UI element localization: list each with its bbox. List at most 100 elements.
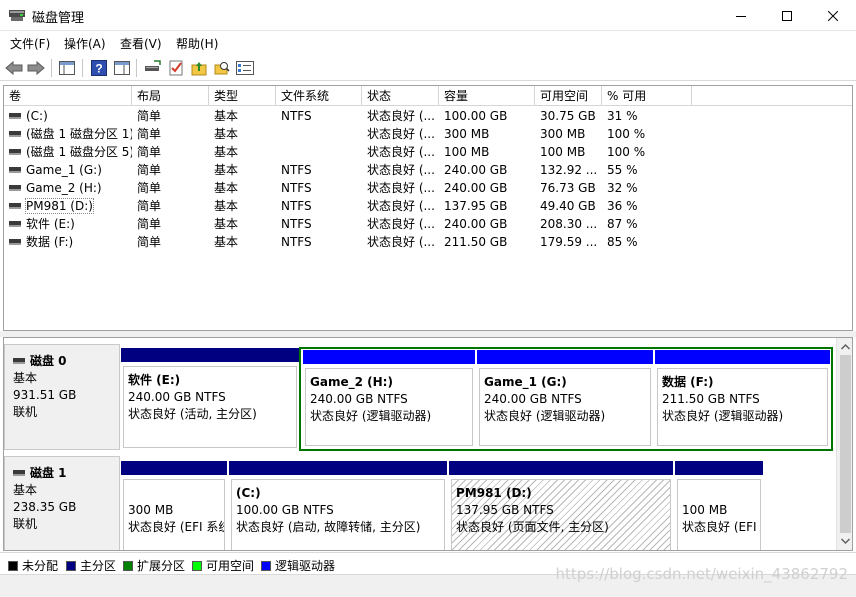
menu-action[interactable]: 操作(A) [64,35,106,52]
menu-view[interactable]: 查看(V) [120,35,162,52]
partition-d[interactable]: PM981 (D:) 137.95 GB NTFS 状态良好 (页面文件, 主分… [449,461,673,550]
forward-button[interactable] [26,58,46,78]
free-space-cell: 208.30 ... [540,217,598,231]
status-cell: 状态良好 (... [367,235,435,249]
drive-icon [9,148,21,155]
table-row[interactable]: 数据 (F:) 简单 基本 NTFS 状态良好 (... 211.50 GB 1… [4,233,852,251]
menu-file[interactable]: 文件(F) [10,35,50,52]
drive-icon [9,202,21,209]
scrollbar-thumb[interactable] [840,355,851,533]
partition-size: 100 MB [682,503,728,517]
volume-name-cell: (磁盘 1 磁盘分区 1) [4,125,132,143]
partition-efi-1[interactable]: 300 MB 状态良好 (EFI 系统分区) [121,461,227,550]
partition-name: 数据 (F:) [662,375,714,389]
partition-e[interactable]: 软件 (E:) 240.00 GB NTFS 状态良好 (活动, 主分区) [121,348,299,450]
help-button[interactable]: ? [89,58,109,78]
legend-label: 扩展分区 [137,559,186,573]
logical-drive-bar [477,350,653,364]
disk-graph-view: 磁盘 0 基本 931.51 GB 联机 软件 (E:) 240.00 GB N… [3,337,853,551]
column-header-filesystem[interactable]: 文件系统 [276,86,362,106]
title-bar: 磁盘管理 [0,0,856,31]
volume-name-cell: PM981 (D:) [4,197,132,215]
table-row[interactable]: (磁盘 1 磁盘分区 1) 简单 基本 状态良好 (... 300 MB 300… [4,125,852,143]
primary-partition-bar [449,461,673,475]
percent-free-cell: 100 % [607,127,646,141]
drive-icon [9,184,21,191]
vertical-scrollbar[interactable] [836,338,853,550]
volume-name: 数据 (F:) [26,235,74,249]
percent-free-cell: 32 % [607,181,638,195]
column-header-percent-free[interactable]: % 可用 [602,86,692,106]
partition-size: 240.00 GB NTFS [128,390,226,404]
filesystem-cell: NTFS [281,109,312,123]
column-header-layout[interactable]: 布局 [132,86,209,106]
capacity-cell: 100 MB [444,145,490,159]
toolbar: ? [0,54,856,81]
table-row[interactable]: Game_2 (H:) 简单 基本 NTFS 状态良好 (... 240.00 … [4,179,852,197]
legend-item-free-space: 可用空间 [192,557,254,574]
type-cell: 基本 [214,199,239,213]
column-header-capacity[interactable]: 容量 [439,86,535,106]
disk-state: 联机 [13,405,38,419]
partition-info-selected: PM981 (D:) 137.95 GB NTFS 状态良好 (页面文件, 主分… [451,479,671,550]
close-icon [828,10,838,21]
show-hide-console-tree-button[interactable] [57,58,77,78]
back-button[interactable] [4,58,24,78]
toolbar-separator [136,59,137,77]
scroll-up-icon[interactable] [837,340,853,354]
show-hide-action-pane-button[interactable] [112,58,132,78]
capacity-cell: 240.00 GB [444,181,508,195]
arrow-left-icon [5,61,23,75]
partition-info: 数据 (F:) 211.50 GB NTFS 状态良好 (逻辑驱动器) [657,368,828,446]
status-cell: 状态良好 (... [367,145,435,159]
watermark-text: https://blog.csdn.net/weixin_43862792 [555,565,848,583]
legend-swatch [192,560,202,571]
status-cell: 状态良好 (... [367,127,435,141]
primary-partition-bar [229,461,447,475]
partition-status: 状态良好 (EFI 系统分区) [682,520,760,534]
check-button[interactable] [166,58,186,78]
disk-0-label[interactable]: 磁盘 0 基本 931.51 GB 联机 [4,344,120,450]
legend-swatch [261,560,271,571]
disk-size: 931.51 GB [13,388,77,402]
partition-info: Game_2 (H:) 240.00 GB NTFS 状态良好 (逻辑驱动器) [305,368,473,446]
volume-name: Game_2 (H:) [26,181,102,195]
percent-free-cell: 31 % [607,109,638,123]
partition-f[interactable]: 数据 (F:) 211.50 GB NTFS 状态良好 (逻辑驱动器) [655,350,830,448]
menu-help[interactable]: 帮助(H) [176,35,218,52]
close-button[interactable] [810,0,856,31]
partition-efi-5[interactable]: 100 MB 状态良好 (EFI 系统分区) [675,461,763,550]
table-row[interactable]: 软件 (E:) 简单 基本 NTFS 状态良好 (... 240.00 GB 2… [4,215,852,233]
table-row[interactable]: (磁盘 1 磁盘分区 5) 简单 基本 状态良好 (... 100 MB 100… [4,143,852,161]
folder-up-button[interactable] [189,58,209,78]
column-header-type[interactable]: 类型 [209,86,276,106]
search-folder-button[interactable] [212,58,232,78]
table-row[interactable]: (C:) 简单 基本 NTFS 状态良好 (... 100.00 GB 30.7… [4,107,852,125]
properties-icon [236,61,254,75]
maximize-button[interactable] [764,0,810,31]
help-icon: ? [91,60,107,76]
layout-cell: 简单 [137,145,162,159]
disk-1-label[interactable]: 磁盘 1 基本 238.35 GB 联机 [4,456,120,550]
partition-info: Game_1 (G:) 240.00 GB NTFS 状态良好 (逻辑驱动器) [479,368,651,446]
filesystem-cell: NTFS [281,181,312,195]
table-row[interactable]: PM981 (D:) 简单 基本 NTFS 状态良好 (... 137.95 G… [4,197,852,215]
layout-cell: 简单 [137,235,162,249]
partition-status: 状态良好 (逻辑驱动器) [484,409,606,423]
connect-disk-button[interactable] [143,58,163,78]
table-row[interactable]: Game_1 (G:) 简单 基本 NTFS 状态良好 (... 240.00 … [4,161,852,179]
properties-button[interactable] [235,58,255,78]
legend-swatch [8,560,18,571]
minimize-button[interactable] [718,0,764,31]
disk-type: 基本 [13,483,38,497]
scroll-down-icon[interactable] [837,534,853,548]
partition-c[interactable]: (C:) 100.00 GB NTFS 状态良好 (启动, 故障转储, 主分区) [229,461,447,550]
partition-h[interactable]: Game_2 (H:) 240.00 GB NTFS 状态良好 (逻辑驱动器) [303,350,475,448]
column-header-free-space[interactable]: 可用空间 [535,86,602,106]
disk-state: 联机 [13,517,38,531]
volume-name-cell: Game_2 (H:) [4,179,132,197]
column-header-status[interactable]: 状态 [362,86,439,106]
partition-g[interactable]: Game_1 (G:) 240.00 GB NTFS 状态良好 (逻辑驱动器) [477,350,653,448]
legend-item-unallocated: 未分配 [8,557,58,574]
column-header-volume[interactable]: 卷 [4,86,132,106]
